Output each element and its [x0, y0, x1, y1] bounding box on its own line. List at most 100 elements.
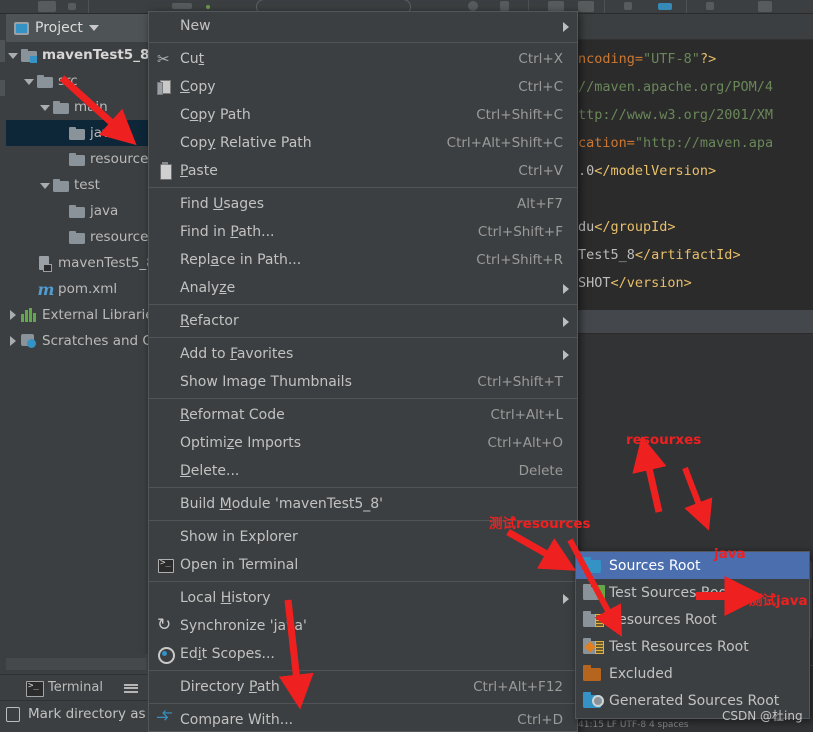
tree-node-resources[interactable]: resources — [6, 146, 148, 172]
tree-caret-placeholder — [56, 206, 67, 217]
toolbar-icon-group[interactable] — [38, 1, 56, 12]
menu-item-open-in-terminal[interactable]: Open in Terminal — [149, 551, 577, 579]
menu-separator — [149, 187, 577, 188]
menu-item-label: Paste — [180, 163, 218, 179]
chevron-down-icon[interactable] — [24, 76, 35, 87]
chevron-right-icon — [563, 317, 569, 327]
terminal-tab[interactable]: Terminal — [26, 680, 103, 697]
chevron-down-icon[interactable] — [40, 180, 51, 191]
tree-node-src[interactable]: src — [6, 68, 148, 94]
menu-item-find-usages[interactable]: Find Usages Alt+F7 — [149, 190, 577, 218]
tree-node-main[interactable]: main — [6, 94, 148, 120]
chevron-down-icon[interactable] — [88, 25, 99, 31]
tree-node-external-libraries[interactable]: External Libraries — [6, 302, 148, 328]
toolbar-chevron-icon[interactable] — [68, 3, 76, 10]
folder-shape — [583, 556, 601, 573]
list-icon[interactable] — [124, 682, 138, 693]
toolbar-layout-icon[interactable] — [578, 1, 594, 12]
tree-node-scratches-and-consoles[interactable]: Scratches and Consoles — [6, 328, 148, 354]
chevron-right-icon — [563, 22, 569, 32]
submenu-item-resources-root[interactable]: Resources Root — [576, 606, 809, 633]
toolbar-run-config[interactable] — [172, 3, 192, 9]
menu-item-shortcut: Ctrl+X — [518, 51, 563, 67]
toolbar-run-dot-icon[interactable] — [206, 5, 210, 9]
menu-item-label: Delete... — [180, 463, 240, 479]
submenu-item-test-resources-root[interactable]: Test Resources Root — [576, 633, 809, 660]
watermark: CSDN @杜ing — [722, 709, 803, 723]
menu-item-shortcut: Ctrl+Shift+T — [477, 374, 563, 390]
menu-item-label: Directory Path — [180, 679, 280, 695]
menu-separator — [149, 42, 577, 43]
compare-icon — [154, 706, 176, 729]
menu-item-copy-relative-path[interactable]: Copy Relative Path Ctrl+Alt+Shift+C — [149, 129, 577, 157]
menu-item-build-module-maventest5-8[interactable]: Build Module 'mavenTest5_8' — [149, 490, 577, 518]
tree-node-java[interactable]: java — [6, 120, 148, 146]
sync-icon-glyph — [157, 615, 173, 635]
menu-item-show-image-thumbnails[interactable]: Show Image Thumbnails Ctrl+Shift+T — [149, 368, 577, 396]
menu-icon-placeholder — [154, 406, 176, 424]
menu-item-refactor[interactable]: Refactor — [149, 307, 577, 335]
menu-item-copy-path[interactable]: Copy Path Ctrl+Shift+C — [149, 101, 577, 129]
menu-item-synchronize-java[interactable]: Synchronize 'java' — [149, 612, 577, 640]
editor-pom-xml[interactable]: ncoding="UTF-8"?> //maven.apache.org/POM/… — [578, 40, 813, 298]
tree-node-test[interactable]: test — [6, 172, 148, 198]
chevron-right-icon[interactable] — [8, 335, 19, 347]
sync-icon — [154, 615, 176, 635]
code-token: //maven.apache.org/POM/4 — [578, 79, 774, 95]
menu-item-cut[interactable]: Cut Ctrl+X — [149, 45, 577, 73]
menu-separator — [149, 581, 577, 582]
tree-node-java[interactable]: java — [6, 198, 148, 224]
menu-separator — [149, 398, 577, 399]
context-menu[interactable]: New Cut Ctrl+X Copy Ctrl+C Copy Path Ctrl+Shif… — [148, 11, 578, 732]
toolbar-vcs-icon[interactable] — [658, 3, 672, 10]
editor-tab-bar[interactable] — [578, 14, 813, 40]
submenu-item-test-sources-root[interactable]: Test Sources Root — [576, 579, 809, 606]
toolbar-nav-fwd-icon[interactable] — [706, 2, 714, 10]
project-tree[interactable]: mavenTest5_8src main java resources test java… — [6, 42, 148, 654]
toolbar-play-icon[interactable] — [500, 1, 509, 11]
toolbar-nav-back-icon[interactable] — [624, 2, 632, 10]
toolbar-debug-icon[interactable] — [468, 1, 478, 11]
menu-item-add-to-favorites[interactable]: Add to Favorites — [149, 340, 577, 368]
chevron-down-icon[interactable] — [8, 50, 19, 61]
code-token: .0 — [578, 163, 595, 179]
folder-badge — [595, 640, 604, 654]
tool-strip-tab-structure[interactable] — [0, 80, 5, 96]
submenu-item-sources-root[interactable]: Sources Root — [576, 552, 809, 579]
menu-item-local-history[interactable]: Local History — [149, 584, 577, 612]
module-badge-icon — [30, 55, 37, 63]
menu-item-reformat-code[interactable]: Reformat Code Ctrl+Alt+L — [149, 401, 577, 429]
menu-item-optimize-imports[interactable]: Optimize Imports Ctrl+Alt+O — [149, 429, 577, 457]
tree-node-maventest5-8-iml[interactable]: mavenTest5_8.iml — [6, 250, 148, 276]
mark-directory-hint-label: Mark directory as — [28, 706, 146, 722]
chevron-down-icon[interactable] — [40, 102, 51, 113]
menu-item-replace-in-path[interactable]: Replace in Path... Ctrl+Shift+R — [149, 246, 577, 274]
chevron-right-icon[interactable] — [8, 309, 19, 321]
menu-item-compare-with[interactable]: Compare With... Ctrl+D — [149, 706, 577, 732]
editor-line: SHOT</version> — [578, 269, 813, 297]
tree-node-maventest5-8[interactable]: mavenTest5_8 — [6, 42, 148, 68]
tree-node-pom-xml[interactable]: m pom.xml — [6, 276, 148, 302]
submenu-item-excluded[interactable]: Excluded — [576, 660, 809, 687]
mark-directory-as-submenu[interactable]: Sources Root Test Sources Root Resources R… — [575, 551, 810, 719]
editor-line: ttp://www.w3.org/2001/XM — [578, 101, 813, 129]
menu-icon-placeholder — [154, 345, 176, 363]
menu-item-label: Find Usages — [180, 196, 265, 212]
menu-item-paste[interactable]: Paste Ctrl+V — [149, 157, 577, 185]
tree-node-resources[interactable]: resources — [6, 224, 148, 250]
project-panel-header[interactable]: Project — [6, 14, 148, 42]
menu-item-label: Find in Path... — [180, 224, 275, 240]
tool-strip-tab-project[interactable] — [0, 40, 5, 62]
menu-item-edit-scopes[interactable]: Edit Scopes... — [149, 640, 577, 668]
menu-item-show-in-explorer[interactable]: Show in Explorer — [149, 523, 577, 551]
menu-item-analyze[interactable]: Analyze — [149, 274, 577, 302]
toolbar-separator — [88, 0, 89, 13]
menu-item-directory-path[interactable]: Directory Path Ctrl+Alt+F12 — [149, 673, 577, 701]
menu-item-delete[interactable]: Delete... Delete — [149, 457, 577, 485]
menu-item-copy[interactable]: Copy Ctrl+C — [149, 73, 577, 101]
editor-line: //maven.apache.org/POM/4 — [578, 73, 813, 101]
menu-item-new[interactable]: New — [149, 12, 577, 40]
toolbar-save-icon[interactable] — [758, 1, 772, 12]
menu-item-find-in-path[interactable]: Find in Path... Ctrl+Shift+F — [149, 218, 577, 246]
